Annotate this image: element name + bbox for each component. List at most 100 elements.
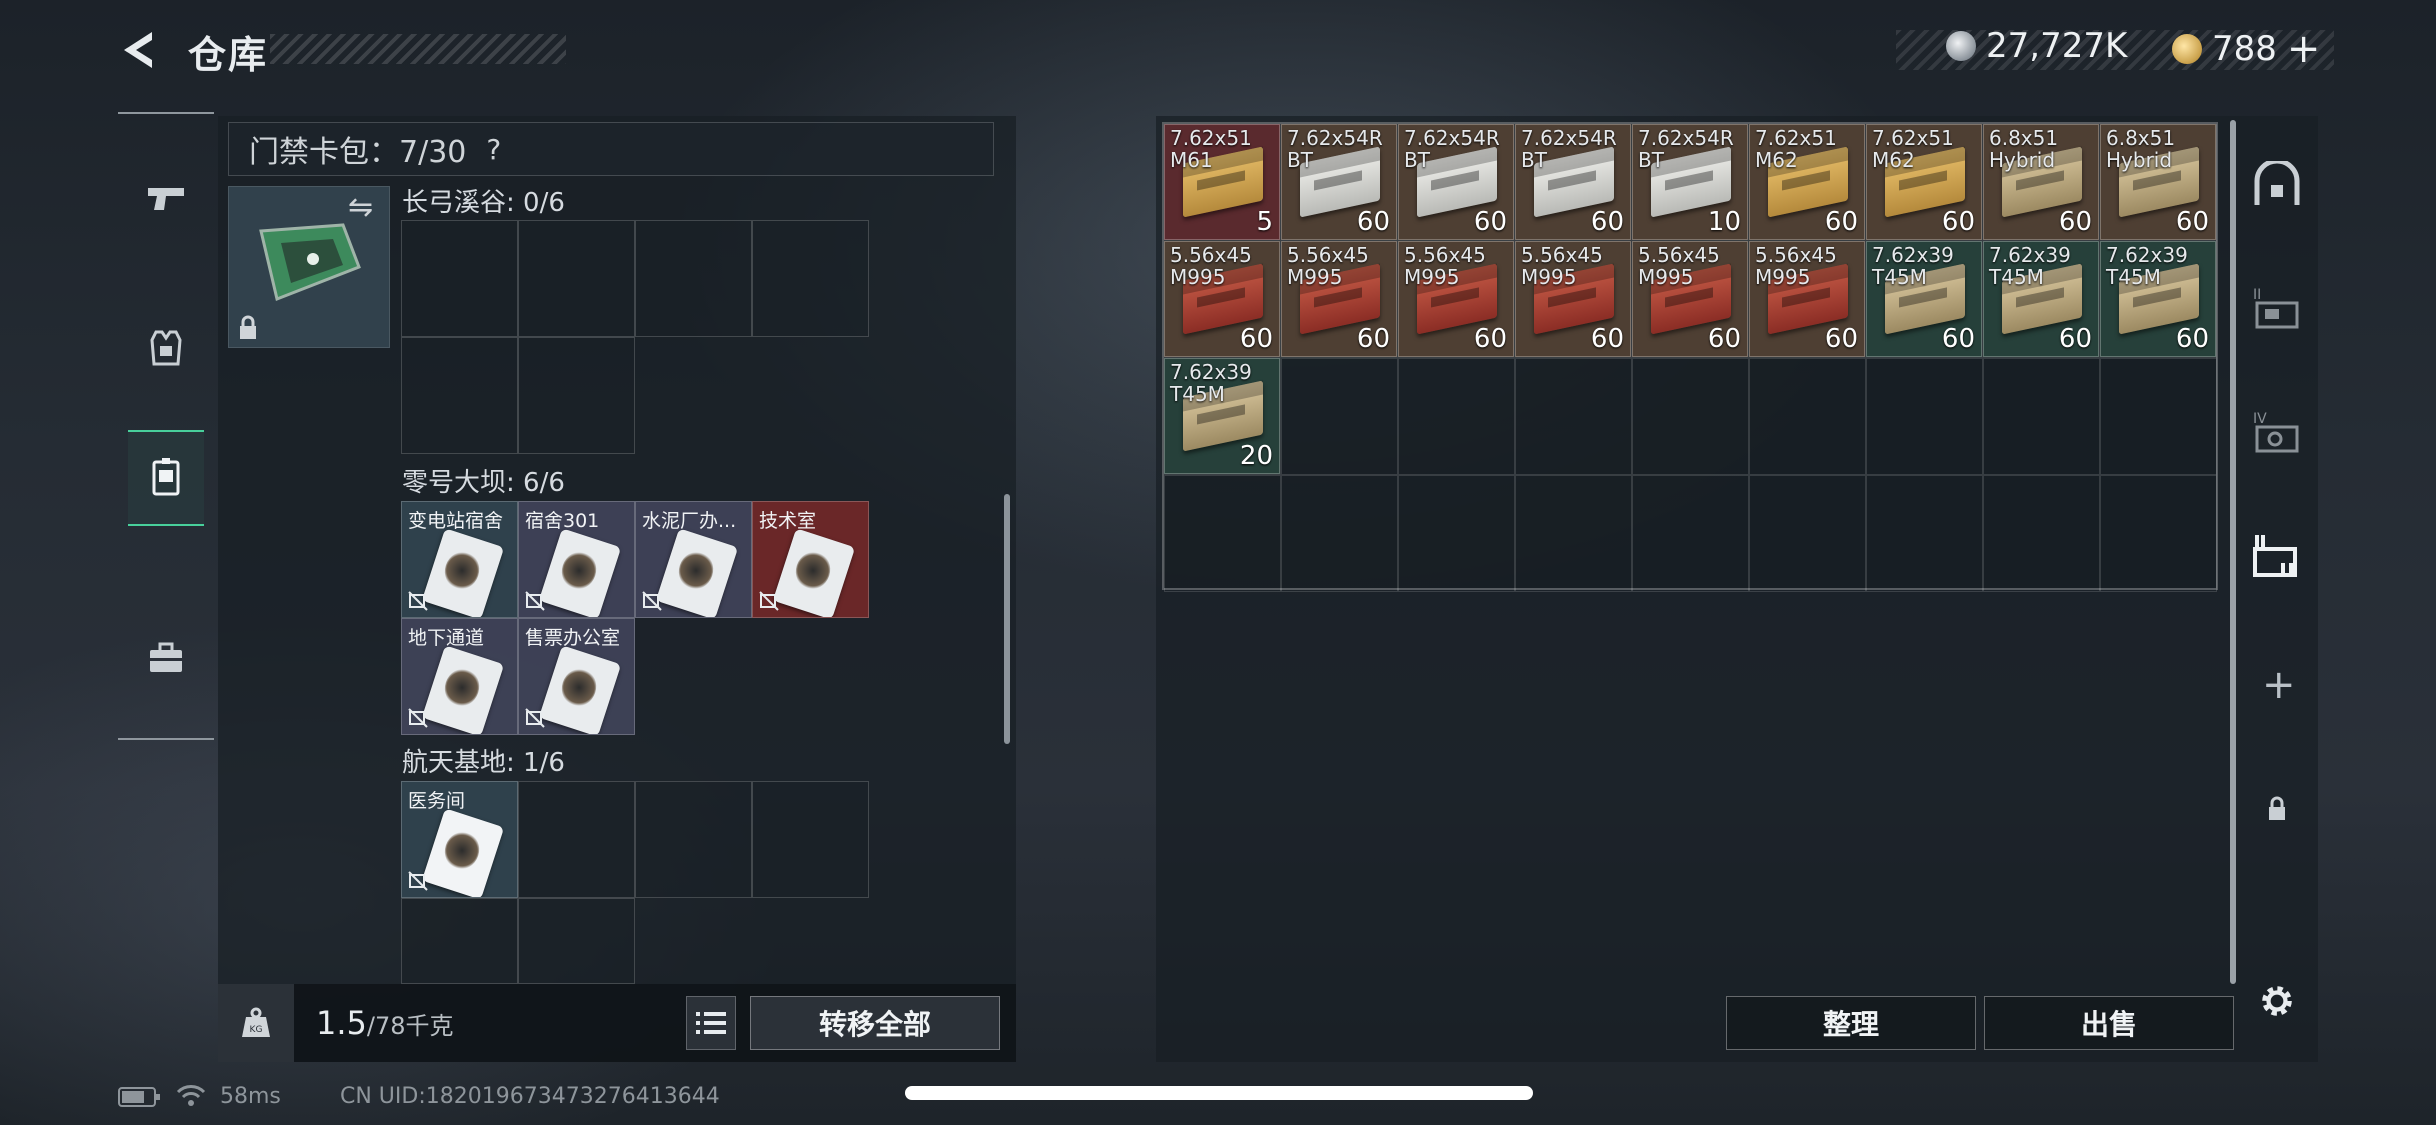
ammo-item[interactable]: 7.62x54R BT 60 bbox=[1515, 124, 1631, 240]
stash-tab-safe[interactable] bbox=[2250, 160, 2304, 214]
key-slot[interactable] bbox=[635, 781, 752, 898]
add-stash-page-button[interactable]: + bbox=[2262, 662, 2296, 708]
home-indicator[interactable] bbox=[905, 1086, 1533, 1100]
keycard-slot[interactable]: 地下通道 bbox=[401, 618, 518, 735]
stash-cell[interactable] bbox=[1515, 475, 1632, 592]
keycard-image bbox=[538, 528, 622, 617]
ammo-item[interactable]: 5.56x45 M995 60 bbox=[1515, 241, 1631, 357]
nav-armor[interactable] bbox=[128, 300, 204, 396]
keycard-label: 变电站宿舍 bbox=[408, 510, 504, 532]
keycard-slot[interactable]: 医务间 bbox=[401, 781, 518, 898]
wifi-icon bbox=[176, 1085, 206, 1106]
nav-weapons[interactable] bbox=[128, 150, 204, 246]
stash-page-2-icon: II bbox=[2253, 287, 2299, 329]
ammo-name: 5.56x45 M995 bbox=[1521, 243, 1603, 289]
stash-cell[interactable] bbox=[1164, 475, 1281, 592]
swap-icon[interactable]: ⇋ bbox=[348, 190, 373, 225]
ammo-name: 7.62x51 M61 bbox=[1170, 126, 1252, 172]
ammo-item[interactable]: 5.56x45 M995 60 bbox=[1632, 241, 1748, 357]
lock-icon bbox=[240, 315, 256, 339]
ammo-count: 60 bbox=[1824, 207, 1858, 237]
stash-cell[interactable] bbox=[1398, 475, 1515, 592]
ammo-count: 60 bbox=[1356, 207, 1390, 237]
stash-cell[interactable] bbox=[1632, 475, 1749, 592]
nav-toolbox[interactable] bbox=[128, 610, 204, 706]
keycard-label: 技术室 bbox=[759, 510, 817, 532]
key-slot[interactable] bbox=[635, 220, 752, 337]
stash-cell[interactable] bbox=[1515, 358, 1632, 475]
ammo-item[interactable]: 7.62x54R BT 60 bbox=[1398, 124, 1514, 240]
stash-cell[interactable] bbox=[1983, 475, 2100, 592]
ammo-item[interactable]: 7.62x39 T45M 20 bbox=[1164, 358, 1280, 474]
ammo-count: 60 bbox=[2058, 207, 2092, 237]
keycard-slot[interactable]: 售票办公室 bbox=[518, 618, 635, 735]
armor-vest-icon bbox=[150, 330, 182, 366]
stash-tab-locked[interactable] bbox=[2250, 782, 2304, 836]
ammo-item[interactable]: 7.62x54R BT 60 bbox=[1281, 124, 1397, 240]
list-view-button[interactable] bbox=[686, 996, 736, 1050]
keycard-slot[interactable]: 技术室 bbox=[752, 501, 869, 618]
stash-cell[interactable] bbox=[1983, 358, 2100, 475]
stash-tab-4[interactable]: IV bbox=[2250, 406, 2304, 460]
lock-icon bbox=[2269, 796, 2285, 820]
user-uid: CN UID:1820196734732764136​44 bbox=[340, 1084, 720, 1109]
weight-max: /78千克 bbox=[366, 1012, 454, 1040]
ammo-item[interactable]: 6.8x51 Hybrid 60 bbox=[1983, 124, 2099, 240]
keycard-slot[interactable]: 宿舍301 bbox=[518, 501, 635, 618]
settings-button[interactable] bbox=[2250, 974, 2304, 1028]
ammo-item[interactable]: 5.56x45 M995 60 bbox=[1398, 241, 1514, 357]
add-currency-button[interactable]: + bbox=[2287, 26, 2321, 72]
nav-keycards[interactable] bbox=[128, 430, 204, 526]
key-slot[interactable] bbox=[518, 337, 635, 454]
stash-cell[interactable] bbox=[1398, 358, 1515, 475]
sort-button[interactable]: 整理 bbox=[1726, 996, 1976, 1050]
stash-tab-active[interactable] bbox=[2250, 530, 2304, 584]
stash-cell[interactable] bbox=[1281, 475, 1398, 592]
safe-icon bbox=[2254, 161, 2300, 205]
ammo-item[interactable]: 5.56x45 M995 60 bbox=[1749, 241, 1865, 357]
nav-divider-bottom bbox=[118, 738, 214, 740]
ammo-item[interactable]: 5.56x45 M995 60 bbox=[1281, 241, 1397, 357]
key-slot[interactable] bbox=[401, 337, 518, 454]
stash-scrollbar[interactable] bbox=[2230, 120, 2236, 984]
key-slot[interactable] bbox=[518, 898, 635, 984]
keycard-scrollbar[interactable] bbox=[1004, 494, 1010, 744]
stash-cell[interactable] bbox=[1866, 358, 1983, 475]
key-slot[interactable] bbox=[401, 220, 518, 337]
transfer-all-button[interactable]: 转移全部 bbox=[750, 996, 1000, 1050]
keycard-label: 水泥厂办... bbox=[642, 510, 737, 532]
stash-cell[interactable] bbox=[2100, 358, 2217, 475]
keycard-slot[interactable]: 水泥厂办... bbox=[635, 501, 752, 618]
stash-tab-2[interactable]: II bbox=[2250, 282, 2304, 336]
sell-button[interactable]: 出售 bbox=[1984, 996, 2234, 1050]
key-slot[interactable] bbox=[752, 220, 869, 337]
key-slot[interactable] bbox=[752, 781, 869, 898]
ping-readout: 58ms bbox=[220, 1084, 281, 1109]
no-trade-icon bbox=[642, 591, 662, 611]
stash-cell[interactable] bbox=[1281, 358, 1398, 475]
ammo-item[interactable]: 7.62x39 T45M 60 bbox=[1983, 241, 2099, 357]
ammo-item[interactable]: 7.62x39 T45M 60 bbox=[2100, 241, 2216, 357]
stash-cell[interactable] bbox=[2100, 475, 2217, 592]
ammo-item[interactable]: 7.62x51 M62 60 bbox=[1749, 124, 1865, 240]
key-slot[interactable] bbox=[401, 898, 518, 984]
stash-cell[interactable] bbox=[1632, 358, 1749, 475]
ammo-item[interactable]: 7.62x51 M61 5 bbox=[1164, 124, 1280, 240]
ammo-item[interactable]: 7.62x39 T45M 60 bbox=[1866, 241, 1982, 357]
key-slot[interactable] bbox=[518, 781, 635, 898]
ammo-item[interactable]: 7.62x51 M62 60 bbox=[1866, 124, 1982, 240]
back-arrow-icon[interactable] bbox=[112, 24, 164, 76]
stash-cell[interactable] bbox=[1866, 475, 1983, 592]
ammo-item[interactable]: 6.8x51 Hybrid 60 bbox=[2100, 124, 2216, 240]
key-slot[interactable] bbox=[518, 220, 635, 337]
help-button[interactable]: ? bbox=[486, 133, 501, 166]
no-trade-icon bbox=[408, 591, 428, 611]
stash-cell[interactable] bbox=[1749, 475, 1866, 592]
ammo-item[interactable]: 7.62x54R BT 10 bbox=[1632, 124, 1748, 240]
gold-currency[interactable]: 788 + bbox=[2172, 26, 2320, 72]
stash-cell[interactable] bbox=[1749, 358, 1866, 475]
gold-amount: 788 bbox=[2212, 29, 2277, 69]
ammo-item[interactable]: 5.56x45 M995 60 bbox=[1164, 241, 1280, 357]
pistol-icon bbox=[148, 188, 184, 210]
keycard-slot[interactable]: 变电站宿舍 bbox=[401, 501, 518, 618]
